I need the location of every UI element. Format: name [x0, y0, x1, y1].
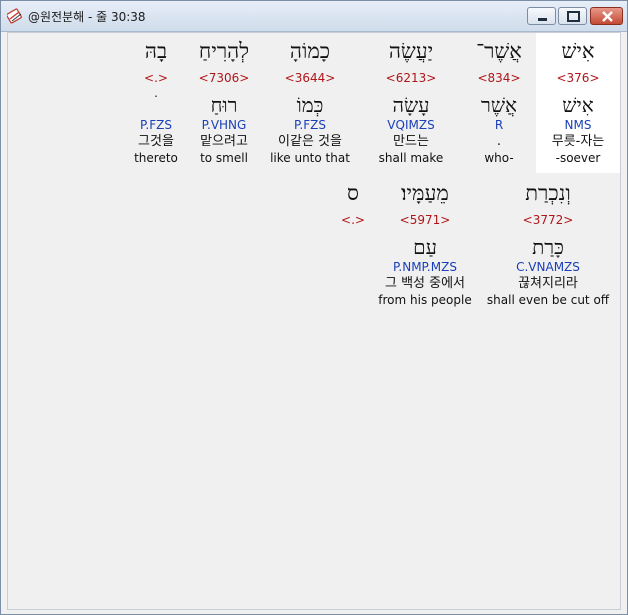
lemma-word: עַם	[413, 235, 437, 259]
word-block[interactable]: יַעֲשֶׂה <6213> עָשָׂה VQIMZS 만드는 shall …	[366, 38, 456, 166]
korean-gloss: 무릇-자는	[551, 134, 605, 149]
word-block[interactable]: ס <.>	[333, 180, 373, 228]
lemma-word: עָשָׂה	[392, 93, 430, 117]
hebrew-word: בָהּ	[144, 39, 168, 63]
analysis-pane[interactable]: אִישׁ <376> אִישׁ NMS 무릇-자는 -soever אֲשֶ…	[7, 32, 621, 610]
morphology-code: NMS	[564, 118, 592, 132]
window-title: @원전분해 - 줄 30:38	[28, 10, 146, 24]
strong-number[interactable]: <6213>	[366, 70, 456, 86]
morphology-code: R	[494, 118, 504, 132]
hebrew-word: ס	[347, 181, 359, 205]
word-block[interactable]: בָהּ <.> ׄ P.FZS 그것을 thereto	[111, 38, 201, 166]
hebrew-word: יַעֲשֶׂה	[388, 39, 434, 63]
korean-gloss: 만드는	[393, 134, 429, 149]
morphology-code: VQIMZS	[387, 118, 435, 132]
hebrew-word: כָמוֹהָ	[289, 39, 331, 63]
lemma-word: כָּרַת	[532, 235, 564, 259]
word-block[interactable]: מֵעַמָּיו׃ <5971> עַם P.NMP.MZS 그 백성 중에서…	[370, 180, 480, 308]
lemma-word: כְּמוֹ	[296, 93, 324, 117]
minimize-icon	[538, 18, 547, 21]
morphology-code: P.FZS	[294, 118, 326, 132]
lemma-word: אִישׁ	[562, 93, 594, 117]
word-block[interactable]: וְנִכְרַת <3772> כָּרַת C.VNAMZS 끊쳐지리라 s…	[478, 180, 618, 308]
english-gloss: from his people	[378, 293, 472, 307]
english-gloss: like unto that	[270, 151, 350, 165]
english-gloss: shall even be cut off	[486, 293, 610, 307]
close-icon	[602, 11, 613, 22]
strong-number[interactable]: <.>	[333, 212, 373, 228]
korean-gloss: 그것을	[138, 134, 174, 149]
word-block[interactable]: אִישׁ <376> אִישׁ NMS 무릇-자는 -soever	[533, 38, 623, 166]
english-gloss: thereto	[134, 151, 178, 165]
maximize-icon	[567, 11, 580, 22]
lemma-word: אֲשֶׁר	[481, 93, 517, 117]
minimize-button[interactable]	[527, 7, 556, 25]
strong-number[interactable]: <3644>	[265, 70, 355, 86]
strong-number[interactable]: <3772>	[478, 212, 618, 228]
morphology-code: P.FZS	[140, 118, 172, 132]
morphology-code: P.NMP.MZS	[393, 260, 457, 274]
hebrew-word: וְנִכְרַת	[525, 181, 571, 205]
strong-number[interactable]: <.>	[111, 70, 201, 86]
strong-number[interactable]: <376>	[533, 70, 623, 86]
korean-gloss: 이같은 것을	[278, 134, 342, 149]
maximize-button[interactable]	[558, 7, 587, 25]
lemma-word: ׄ	[111, 92, 201, 118]
korean-gloss: 끊쳐지리라	[518, 276, 578, 291]
hebrew-word: אִישׁ	[561, 39, 595, 63]
title-bar[interactable]: @원전분해 - 줄 30:38	[1, 1, 627, 32]
english-gloss: -soever	[555, 151, 601, 165]
hebrew-tool-app-icon[interactable]	[6, 8, 23, 24]
app-window: @원전분해 - 줄 30:38 אִישׁ <376> אִישׁ NMS 무릇…	[0, 0, 628, 615]
word-block[interactable]: אֲשֶׁר־ <834> אֲשֶׁר R . who-	[454, 38, 544, 166]
english-gloss: shall make	[378, 151, 444, 165]
strong-number[interactable]: <834>	[454, 70, 544, 86]
word-block[interactable]: כָמוֹהָ <3644> כְּמוֹ P.FZS 이같은 것을 like …	[265, 38, 355, 166]
hebrew-word: מֵעַמָּיו׃	[401, 181, 449, 205]
english-gloss: who-	[484, 151, 514, 165]
morphology-code: C.VNAMZS	[516, 260, 580, 274]
hebrew-word: אֲשֶׁר־	[476, 39, 522, 63]
korean-gloss: .	[496, 134, 502, 149]
strong-number[interactable]: <5971>	[370, 212, 480, 228]
korean-gloss: 그 백성 중에서	[384, 276, 466, 291]
close-button[interactable]	[590, 7, 623, 25]
